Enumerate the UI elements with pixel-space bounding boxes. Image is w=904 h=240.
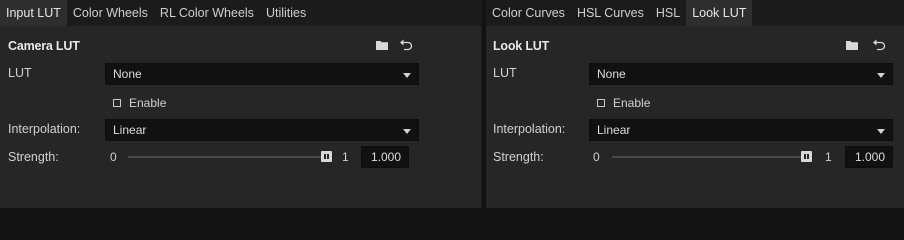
panel-title: Camera LUT xyxy=(8,39,80,53)
lut-dropdown[interactable]: None xyxy=(589,63,893,85)
strength-slider-handle[interactable] xyxy=(321,151,332,162)
tabbar-right: Color Curves HSL Curves HSL Look LUT xyxy=(486,0,904,26)
interpolation-dropdown-value: Linear xyxy=(597,123,631,137)
strength-label: Strength: xyxy=(493,150,544,164)
lut-label: LUT xyxy=(493,66,517,80)
tab-input-lut[interactable]: Input LUT xyxy=(0,0,67,26)
lut-dropdown[interactable]: None xyxy=(105,63,419,85)
enable-option[interactable]: Enable xyxy=(113,96,166,110)
enable-checkbox[interactable] xyxy=(597,99,605,107)
folder-icon[interactable] xyxy=(375,38,389,52)
chevron-down-icon xyxy=(877,73,885,78)
enable-label: Enable xyxy=(613,96,651,110)
enable-label: Enable xyxy=(129,96,167,110)
strength-value-field[interactable]: 1.000 xyxy=(361,146,409,168)
strength-slider-track[interactable] xyxy=(612,156,812,158)
tab-hsl-curves[interactable]: HSL Curves xyxy=(571,0,650,26)
reset-icon[interactable] xyxy=(872,38,886,52)
chevron-down-icon xyxy=(877,129,885,134)
chevron-down-icon xyxy=(403,73,411,78)
interpolation-dropdown[interactable]: Linear xyxy=(105,119,419,141)
interpolation-label: Interpolation: xyxy=(493,122,566,136)
strength-slider-handle[interactable] xyxy=(801,151,812,162)
folder-icon[interactable] xyxy=(845,38,859,52)
lut-dropdown-value: None xyxy=(113,67,142,81)
tabbar-left: Input LUT Color Wheels RL Color Wheels U… xyxy=(0,0,482,26)
strength-slider-track[interactable] xyxy=(128,156,332,158)
interpolation-dropdown-value: Linear xyxy=(113,123,147,137)
interpolation-label: Interpolation: xyxy=(8,122,81,136)
lut-label: LUT xyxy=(8,66,32,80)
enable-checkbox[interactable] xyxy=(113,99,121,107)
enable-option[interactable]: Enable xyxy=(597,96,650,110)
tab-utilities[interactable]: Utilities xyxy=(260,0,312,26)
strength-value-field[interactable]: 1.000 xyxy=(845,146,893,168)
strength-min-label: 0 xyxy=(110,150,117,164)
look-lut-panel: Look LUT LUT None Enable Interpolation: … xyxy=(486,26,904,208)
lut-dropdown-value: None xyxy=(597,67,626,81)
reset-icon[interactable] xyxy=(399,38,413,52)
strength-min-label: 0 xyxy=(593,150,600,164)
tab-hsl[interactable]: HSL xyxy=(650,0,686,26)
tab-rl-color-wheels[interactable]: RL Color Wheels xyxy=(154,0,260,26)
strength-max-label: 1 xyxy=(825,150,832,164)
tab-color-wheels[interactable]: Color Wheels xyxy=(67,0,154,26)
chevron-down-icon xyxy=(403,129,411,134)
camera-lut-panel: Camera LUT LUT None Enable Interpolation… xyxy=(0,26,482,208)
tab-color-curves[interactable]: Color Curves xyxy=(486,0,571,26)
tab-look-lut[interactable]: Look LUT xyxy=(686,0,753,26)
strength-max-label: 1 xyxy=(342,150,349,164)
interpolation-dropdown[interactable]: Linear xyxy=(589,119,893,141)
panel-title: Look LUT xyxy=(493,39,550,53)
strength-label: Strength: xyxy=(8,150,59,164)
